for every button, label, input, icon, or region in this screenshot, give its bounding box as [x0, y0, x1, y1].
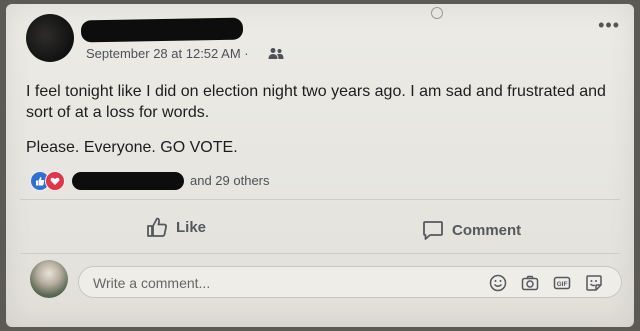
like-label: Like [176, 218, 207, 236]
post-paragraph: Please. Everyone. GO VOTE. [26, 139, 238, 156]
sticker-icon[interactable] [585, 274, 603, 292]
friends-icon[interactable] [268, 47, 284, 61]
camera-icon[interactable] [521, 274, 539, 292]
comment-composer[interactable]: GIF [78, 266, 622, 298]
speech-bubble-icon [423, 221, 443, 240]
comment-button[interactable]: Comment [422, 219, 521, 241]
like-button[interactable]: Like [146, 216, 206, 238]
reactor-names-redacted [72, 172, 184, 190]
emoji-icon[interactable] [489, 274, 507, 292]
gif-icon[interactable]: GIF [553, 274, 571, 292]
more-options-icon[interactable]: ••• [598, 16, 620, 34]
post-paragraph: I feel tonight like I did on election ni… [26, 83, 606, 121]
divider [20, 199, 620, 200]
camera-dot-indicator [431, 7, 443, 19]
love-reaction-icon [45, 171, 65, 191]
post-card: September 28 at 12:52 AM · ••• I feel to… [6, 4, 634, 327]
author-avatar[interactable] [26, 14, 74, 62]
reactions-summary[interactable]: and 29 others [30, 171, 270, 191]
current-user-avatar[interactable] [30, 260, 68, 298]
post-body: I feel tonight like I did on election ni… [26, 81, 626, 172]
comment-input[interactable] [91, 272, 475, 294]
comment-label: Comment [452, 221, 522, 239]
reaction-count[interactable]: and 29 others [190, 173, 270, 188]
post-timestamp[interactable]: September 28 at 12:52 AM · [86, 46, 249, 61]
thumbs-up-icon [147, 217, 167, 237]
author-name-redacted [80, 17, 244, 43]
svg-text:GIF: GIF [557, 281, 568, 288]
divider [20, 253, 620, 254]
